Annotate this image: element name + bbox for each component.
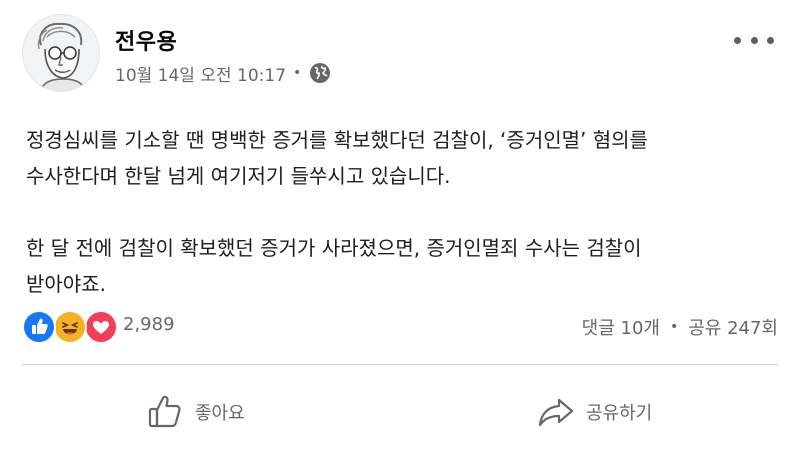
post-line: 수사한다며 한달 넘게 여기저기 들쑤시고 있습니다. — [26, 164, 451, 188]
post-line: 한 달 전에 검찰이 확보했던 증거가 사라졌으면, 증거인멸죄 수사는 검찰이 — [26, 236, 642, 260]
love-reaction-icon — [84, 310, 118, 344]
more-options-icon[interactable] — [734, 28, 774, 52]
like-label: 좋아요 — [195, 403, 245, 424]
post-meta: 10월 14일 오전 10:17 • — [115, 61, 331, 86]
meta-separator: • — [293, 65, 302, 81]
author-name[interactable]: 전우용 — [115, 24, 177, 56]
globe-icon[interactable] — [309, 62, 331, 84]
avatar-caricature — [37, 22, 86, 91]
stats-separator: • — [669, 319, 679, 335]
thumbs-up-icon — [148, 395, 181, 428]
post-header: 전우용 10월 14일 오전 10:17 • — [22, 14, 782, 104]
avatar[interactable] — [22, 14, 100, 92]
engagement-bar: 2,989 댓글 10개 • 공유 247회 — [22, 308, 778, 344]
comments-count[interactable]: 댓글 10개 — [582, 314, 660, 340]
share-arrow-icon — [538, 398, 574, 427]
reaction-icons[interactable] — [22, 310, 120, 344]
post-body: 정경심씨를 기소할 땐 명백한 증거를 확보했다던 검찰이, ‘증거인멸’ 혐의… — [26, 122, 766, 302]
shares-count[interactable]: 공유 247회 — [688, 314, 778, 340]
share-button[interactable]: 공유하기 — [536, 384, 652, 440]
more-dot — [750, 36, 758, 44]
haha-reaction-icon — [53, 310, 87, 344]
reaction-count[interactable]: 2,989 — [123, 314, 175, 335]
more-dot — [734, 36, 741, 44]
like-button[interactable]: 좋아요 — [145, 384, 245, 440]
post-paragraph: 한 달 전에 검찰이 확보했던 증거가 사라졌으면, 증거인멸죄 수사는 검찰이… — [26, 230, 766, 302]
post-line: 받아야죠. — [26, 272, 106, 296]
post-paragraph: 정경심씨를 기소할 땐 명백한 증거를 확보했다던 검찰이, ‘증거인멸’ 혐의… — [26, 122, 766, 194]
facebook-post: 전우용 10월 14일 오전 10:17 • 정경심씨를 기소할 땐 명백한 증… — [0, 0, 800, 457]
like-reaction-icon — [22, 310, 56, 344]
action-bar: 좋아요 공유하기 — [0, 384, 800, 440]
post-line: 정경심씨를 기소할 땐 명백한 증거를 확보했다던 검찰이, ‘증거인멸’ 혐의… — [26, 128, 648, 152]
share-label: 공유하기 — [586, 403, 653, 424]
divider — [22, 364, 778, 365]
more-dot — [767, 36, 774, 44]
engagement-stats: 댓글 10개 • 공유 247회 — [582, 314, 778, 340]
post-timestamp[interactable]: 10월 14일 오전 10:17 — [115, 61, 286, 86]
